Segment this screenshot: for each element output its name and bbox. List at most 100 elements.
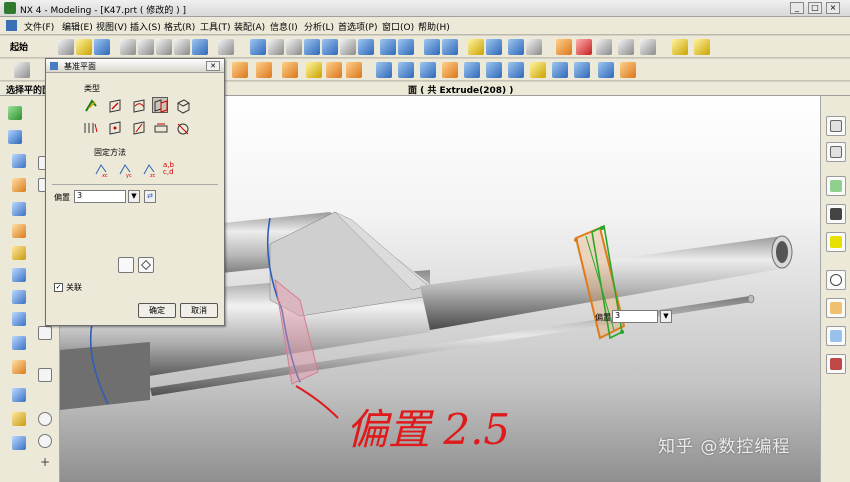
boss-icon[interactable] [326,62,342,78]
system-materials-button[interactable] [826,298,846,318]
sphere-icon[interactable] [12,202,26,216]
trim-body-icon[interactable] [464,62,480,78]
datum-csys-icon[interactable] [12,312,26,326]
open-file-icon[interactable] [76,39,92,55]
menu-preferences[interactable]: 首选项(P) [338,20,377,33]
paste-icon[interactable] [156,39,172,55]
unite-icon[interactable] [12,360,26,374]
revolve-icon[interactable] [256,62,272,78]
extrude-icon[interactable] [232,62,248,78]
training-button[interactable] [826,204,846,224]
zoom-icon[interactable] [286,39,302,55]
previous-solution-icon[interactable] [118,257,134,273]
offset-input[interactable]: 3 [74,190,126,203]
inferred-type-icon[interactable] [82,97,98,113]
point-tool-icon[interactable]: + [38,456,52,470]
revolve-side-icon[interactable] [12,246,26,260]
extrude-side-icon[interactable] [12,224,26,238]
part-navigator-button[interactable] [826,142,846,162]
cylinder-icon[interactable] [12,154,26,168]
undo-icon[interactable] [192,39,208,55]
show-hide-icon[interactable] [618,39,634,55]
menu-view[interactable]: 视图(V) [96,20,127,33]
wireframe-icon[interactable] [424,39,440,55]
measure-icon[interactable] [694,39,710,55]
bisector-type-icon[interactable] [82,119,98,135]
at-angle-type-icon[interactable] [174,97,190,114]
menu-edit[interactable]: 编辑(E) [62,20,93,33]
sketch-icon[interactable] [12,436,26,450]
cancel-button[interactable]: 取消 [180,303,218,318]
start-button[interactable]: 起始 [10,40,28,53]
menu-insert[interactable]: 插入(S) [130,20,161,33]
line-icon[interactable] [14,62,30,78]
filter-icon[interactable] [576,39,592,55]
tangent-type-icon[interactable] [152,119,168,135]
shell-icon[interactable] [420,62,436,78]
menu-info[interactable]: 信息(I) [270,20,298,33]
camera-icon[interactable] [358,39,374,55]
constraint-abcd-button[interactable]: a,b c,d [162,161,182,177]
through-object-type-icon[interactable] [174,119,190,135]
datum-plane-icon[interactable] [12,268,26,282]
menu-window[interactable]: 窗口(O) [382,20,414,33]
snap-icon[interactable] [556,39,572,55]
hole-icon[interactable] [306,62,322,78]
menu-help[interactable]: 帮助(H) [418,20,450,33]
datum-axis-icon[interactable] [12,290,26,304]
curves-points-type-icon[interactable] [106,119,122,135]
offset-flip-icon[interactable]: ⇄ [144,190,156,203]
on-curve-type-icon[interactable] [130,97,146,113]
spline-tool-icon[interactable] [38,326,52,340]
point-icon[interactable] [596,39,612,55]
menu-tools[interactable]: 工具(T) [200,20,231,33]
ok-button[interactable]: 确定 [138,303,176,318]
constraint-yc-icon[interactable]: yc [116,161,132,179]
process-studio-button[interactable] [826,326,846,346]
cut-icon[interactable] [120,39,136,55]
cone-icon[interactable] [12,178,26,192]
new-file-icon[interactable] [58,39,74,55]
circle-tool-icon[interactable] [38,434,52,448]
rotate-icon[interactable] [322,39,338,55]
sweep-icon[interactable] [282,62,298,78]
thicken-icon[interactable] [620,62,636,78]
pocket-icon[interactable] [346,62,362,78]
fit-view-icon[interactable] [250,39,266,55]
tube-icon[interactable] [12,336,26,350]
offset-dropdown-icon[interactable]: ▼ [128,190,140,203]
view-orient-icon[interactable] [486,39,502,55]
help-button[interactable] [826,232,846,252]
split-icon[interactable] [486,62,502,78]
block-icon[interactable] [8,130,22,144]
viewport-offset-dropdown[interactable]: ▼ [660,310,672,323]
menu-file[interactable]: 文件(F) [24,20,54,33]
isometric-icon[interactable] [508,39,524,55]
layer-icon[interactable] [526,39,542,55]
menu-analysis[interactable]: 分析(L) [304,20,334,33]
intersect-icon[interactable] [12,412,26,426]
chamfer-icon[interactable] [398,62,414,78]
viewport-offset-input[interactable]: 3 [612,310,658,323]
zoom-window-icon[interactable] [268,39,284,55]
display-icon[interactable] [640,39,656,55]
maximize-button[interactable]: □ [808,2,822,14]
render-style-icon[interactable] [398,39,414,55]
mirror-icon[interactable] [530,62,546,78]
two-lines-type-icon[interactable] [130,119,146,135]
menu-format[interactable]: 格式(R) [164,20,195,33]
pan-icon[interactable] [340,39,356,55]
draft-icon[interactable] [442,62,458,78]
edge-blend-icon[interactable] [376,62,392,78]
pattern-icon[interactable] [508,62,524,78]
ruler-icon[interactable] [672,39,688,55]
save-icon[interactable] [94,39,110,55]
circle-point-icon[interactable] [38,412,52,426]
dialog-close-button[interactable]: ✕ [206,61,220,71]
shaded-view-icon[interactable] [380,39,396,55]
constraint-xc-icon[interactable]: xc [92,161,108,179]
history-button[interactable] [826,270,846,290]
roles-button[interactable] [826,354,846,374]
zoom-in-icon[interactable] [304,39,320,55]
assembly-navigator-button[interactable] [826,116,846,136]
